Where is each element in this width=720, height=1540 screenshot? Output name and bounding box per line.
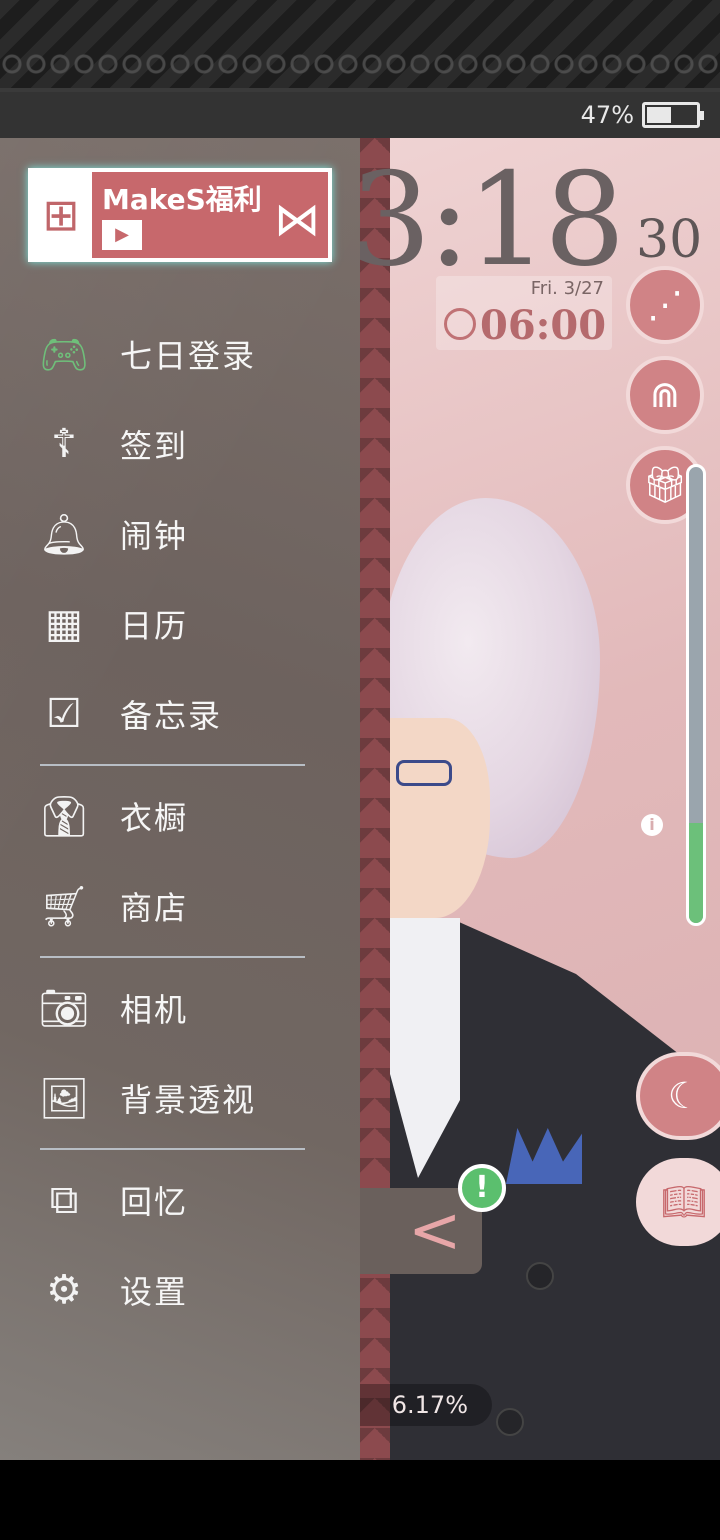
side-drawer: ⊞ MakeS福利 ▶ ⋈ 🎮︎ 七日登录 ☦ 签到 🔔︎ 闹钟 ▦ 日历 ☑ … bbox=[0, 138, 360, 1460]
progress-indicator: 6.17% bbox=[360, 1384, 492, 1426]
battery-icon bbox=[642, 102, 704, 128]
menu-item-wardrobe[interactable]: 👔︎ 衣橱 bbox=[0, 776, 320, 856]
share-button[interactable]: ⋰ bbox=[626, 266, 704, 344]
path-button[interactable]: ⋒ bbox=[626, 356, 704, 434]
menu-item-memories[interactable]: ⧉ 回忆 bbox=[0, 1160, 320, 1240]
character-glasses bbox=[396, 760, 452, 786]
makes-welfare-banner[interactable]: ⊞ MakeS福利 ▶ ⋈ bbox=[28, 168, 332, 262]
menu-item-label: 闹钟 bbox=[120, 517, 189, 555]
shirt-icon: 👔︎ bbox=[38, 793, 90, 840]
chevron-left-icon: < bbox=[408, 1194, 462, 1268]
menu-item-label: 商店 bbox=[120, 889, 189, 927]
status-bar: 47% bbox=[0, 92, 720, 138]
menu-item-check-in[interactable]: ☦ 签到 bbox=[0, 404, 320, 484]
path-icon: ⋒ bbox=[649, 374, 681, 416]
bottom-bar bbox=[0, 1460, 720, 1540]
play-icon: ▶ bbox=[102, 220, 142, 250]
cart-icon: 🛒︎ bbox=[38, 883, 90, 930]
gear-icon: ⚙ bbox=[46, 1267, 82, 1313]
alarm-bell-icon: 🔔︎ bbox=[38, 511, 90, 558]
menu-item-calendar[interactable]: ▦ 日历 bbox=[0, 584, 320, 664]
alarm-clock-icon bbox=[444, 308, 476, 340]
story-button[interactable]: 📖︎ bbox=[636, 1158, 720, 1246]
share-icon: ⋰ bbox=[647, 284, 683, 326]
menu-item-label: 设置 bbox=[120, 1273, 189, 1311]
book-icon: 📖︎ bbox=[661, 1182, 707, 1223]
menu-item-label: 背景透视 bbox=[120, 1081, 257, 1119]
memories-icon: ⧉ bbox=[49, 1177, 79, 1223]
info-icon[interactable]: i bbox=[641, 814, 663, 836]
camera-icon: 📷︎ bbox=[38, 985, 90, 1032]
menu-item-label: 备忘录 bbox=[120, 697, 223, 735]
affection-gauge bbox=[686, 464, 706, 926]
menu-item-background-transparency[interactable]: 🖼︎ 背景透视 bbox=[0, 1058, 320, 1138]
suit-button bbox=[496, 1408, 524, 1436]
checklist-icon: ☑ bbox=[46, 691, 82, 737]
menu-item-camera[interactable]: 📷︎ 相机 bbox=[0, 968, 320, 1048]
gift-icon: 🎁︎ bbox=[642, 465, 688, 506]
menu-item-alarm[interactable]: 🔔︎ 闹钟 bbox=[0, 494, 320, 574]
date-alarm-box[interactable]: Fri. 3/27 06:00 bbox=[436, 276, 612, 350]
menu-item-seven-day-login[interactable]: 🎮︎ 七日登录 bbox=[0, 314, 320, 394]
menu-divider bbox=[40, 1148, 305, 1150]
battery-percent: 47% bbox=[580, 101, 634, 129]
scarecrow-icon: ☦ bbox=[51, 421, 77, 467]
menu-item-label: 相机 bbox=[120, 991, 189, 1029]
moon-icon: ☾ bbox=[667, 1075, 701, 1117]
menu-item-memo[interactable]: ☑ 备忘录 bbox=[0, 674, 320, 754]
suit-button bbox=[526, 1262, 554, 1290]
battery-fill bbox=[647, 107, 672, 123]
banner-title: MakeS福利 bbox=[102, 183, 262, 216]
gift-box-icon: ⊞ bbox=[32, 172, 90, 258]
alarm-time: 06:00 bbox=[480, 302, 607, 349]
menu-divider bbox=[40, 956, 305, 958]
night-mode-button[interactable]: ☾ bbox=[636, 1052, 720, 1140]
image-icon: 🖼︎ bbox=[38, 1075, 90, 1122]
calendar-icon: ▦ bbox=[45, 601, 83, 647]
clock-hours-minutes: 3:18 bbox=[360, 146, 625, 295]
menu-item-label: 七日登录 bbox=[120, 337, 257, 375]
date-text: Fri. 3/27 bbox=[530, 278, 604, 299]
gauge-fill bbox=[689, 822, 703, 923]
gamepad-check-icon: 🎮︎ bbox=[38, 331, 90, 378]
menu-item-label: 签到 bbox=[120, 427, 189, 465]
menu-item-label: 日历 bbox=[120, 607, 189, 645]
menu-item-label: 衣橱 bbox=[120, 799, 189, 837]
banner-body: MakeS福利 ▶ ⋈ bbox=[92, 172, 328, 258]
menu-divider bbox=[40, 764, 305, 766]
clock-seconds: 30 bbox=[636, 210, 703, 270]
top-decoration bbox=[0, 0, 720, 92]
notification-badge: ! bbox=[458, 1164, 506, 1212]
menu-item-shop[interactable]: 🛒︎ 商店 bbox=[0, 866, 320, 946]
menu-item-settings[interactable]: ⚙ 设置 bbox=[0, 1250, 320, 1330]
menu-item-label: 回忆 bbox=[120, 1183, 189, 1221]
lace-trim bbox=[0, 52, 720, 76]
ribbon-bow-icon: ⋈ bbox=[274, 192, 320, 246]
character-face bbox=[380, 718, 490, 918]
